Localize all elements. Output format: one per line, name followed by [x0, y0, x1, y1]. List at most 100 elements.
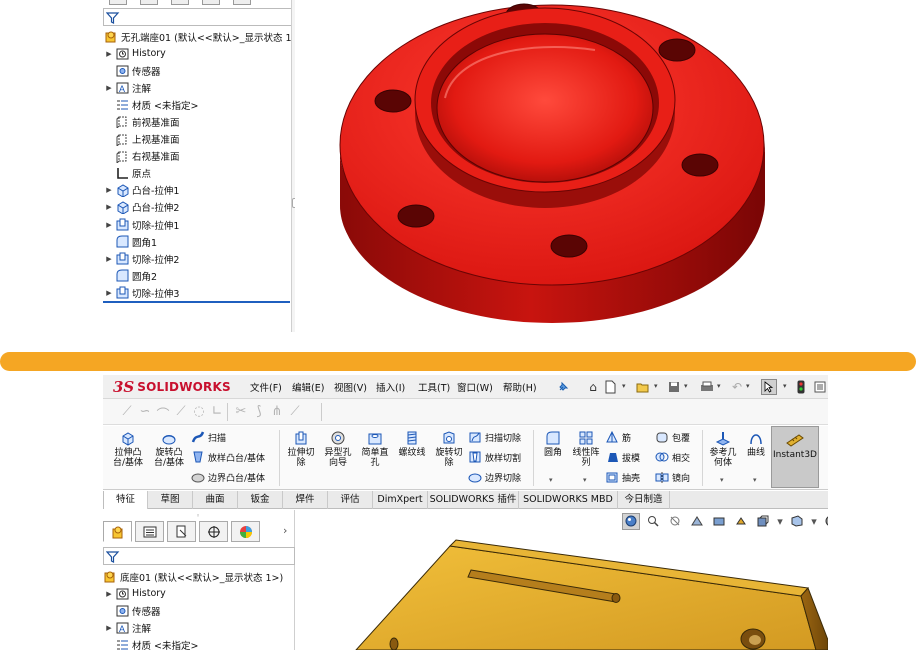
menu-item[interactable]: 工具(T): [418, 380, 450, 394]
circle-icon[interactable]: ◌: [191, 404, 207, 420]
menu-item[interactable]: 视图(V): [334, 380, 367, 394]
revolved-boss-button[interactable]: 旋转凸 台/基体: [149, 429, 189, 468]
command-tab[interactable]: 曲面: [193, 491, 238, 509]
smart-dimension-icon[interactable]: ⟋: [119, 404, 135, 420]
swept-cut-button[interactable]: 扫描切除: [468, 428, 521, 446]
curves-button[interactable]: 曲线: [736, 429, 776, 458]
more-tabs-chevron-icon[interactable]: ›: [283, 524, 287, 537]
command-tab[interactable]: 评估: [328, 491, 373, 509]
panel-grip-icon[interactable]: ◦: [196, 512, 200, 520]
tree-filter[interactable]: [103, 8, 292, 26]
expand-arrow-icon[interactable]: ▶: [103, 221, 115, 229]
dimxpert-manager-tab[interactable]: [199, 521, 228, 542]
rollback-bar[interactable]: [103, 301, 290, 303]
expand-arrow-icon[interactable]: ▶: [103, 50, 115, 58]
dimxpert-tab[interactable]: [202, 0, 220, 5]
top-tree-item[interactable]: ▶ 切除-拉伸3: [103, 284, 179, 301]
arc-icon[interactable]: ⌒: [155, 404, 171, 423]
move-entities-icon[interactable]: ⟋: [287, 404, 303, 420]
command-tab[interactable]: 特征: [103, 491, 148, 509]
new-document-icon[interactable]: [603, 379, 619, 395]
offset-icon[interactable]: ⟆: [251, 404, 267, 420]
save-icon[interactable]: [666, 379, 682, 395]
tree-filter-bottom[interactable]: [103, 547, 295, 565]
command-tab[interactable]: SOLIDWORKS MBD: [519, 491, 618, 509]
top-tree-item[interactable]: ▶ History: [103, 45, 166, 62]
bot-tree-item[interactable]: 材质 <未指定>: [103, 637, 198, 650]
feature-tab[interactable]: [109, 0, 127, 5]
swept-boss-button[interactable]: 扫描: [191, 428, 226, 446]
revolved-cut-button[interactable]: 旋转切 除: [429, 429, 469, 468]
expand-arrow-icon[interactable]: ▶: [103, 84, 115, 92]
pattern-dropdown-icon[interactable]: ▾: [583, 476, 587, 484]
menu-item[interactable]: 窗口(W): [457, 380, 493, 394]
expand-arrow-icon[interactable]: ▶: [103, 186, 115, 194]
top-tree-item[interactable]: ▶ 切除-拉伸1: [103, 216, 179, 233]
open-dropdown-icon[interactable]: ▾: [654, 382, 658, 390]
extruded-cut-button[interactable]: 拉伸切 除: [281, 429, 321, 468]
bot-tree-item[interactable]: 传感器: [103, 602, 161, 619]
hole-wizard-button[interactable]: 异型孔 向导: [318, 429, 358, 468]
top-tree-item[interactable]: 前视基准面: [103, 113, 180, 130]
undo-dropdown-icon[interactable]: ▾: [746, 382, 750, 390]
command-tab[interactable]: 钣金: [238, 491, 283, 509]
top-tree-item[interactable]: 材质 <未指定>: [103, 96, 198, 113]
command-tab[interactable]: 焊件: [283, 491, 328, 509]
rectangle-icon[interactable]: ∟: [209, 404, 225, 420]
open-icon[interactable]: [635, 379, 651, 395]
wrap-button[interactable]: 包覆: [655, 428, 690, 446]
pin-icon[interactable]: [555, 379, 571, 395]
thread-button[interactable]: 螺纹线: [392, 429, 432, 458]
config-tab[interactable]: [171, 0, 189, 5]
options-icon[interactable]: [812, 379, 828, 395]
top-tree-item[interactable]: 圆角1: [103, 233, 157, 250]
graphics-area-bottom[interactable]: ▾ ▾: [296, 510, 828, 650]
bot-tree-item[interactable]: ▶ A 注解: [103, 619, 151, 636]
top-tree-item[interactable]: ▶ 凸台-拉伸1: [103, 182, 179, 199]
expand-arrow-icon[interactable]: ▶: [103, 624, 115, 632]
command-tab[interactable]: SOLIDWORKS 插件: [428, 491, 519, 509]
feature-manager-tab[interactable]: [103, 521, 132, 542]
configuration-manager-tab[interactable]: [167, 521, 196, 542]
menu-item[interactable]: 文件(F): [250, 380, 282, 394]
top-tree-item[interactable]: 原点: [103, 165, 151, 182]
trim-icon[interactable]: ✂: [233, 404, 249, 420]
menu-item[interactable]: 帮助(H): [503, 380, 537, 394]
spline-icon[interactable]: ∽: [137, 404, 153, 420]
top-tree-item[interactable]: 上视基准面: [103, 131, 180, 148]
linear-pattern-button[interactable]: 线性阵 列: [566, 429, 606, 468]
menu-item[interactable]: 编辑(E): [292, 380, 324, 394]
top-tree-item[interactable]: 右视基准面: [103, 148, 180, 165]
curves-dropdown-icon[interactable]: ▾: [753, 476, 757, 484]
top-tree-item[interactable]: ▶ A 注解: [103, 79, 151, 96]
top-tree-item[interactable]: ▶ 凸台-拉伸2: [103, 199, 179, 216]
top-tree-item[interactable]: 圆角2: [103, 267, 157, 284]
bot-tree-item[interactable]: ▶ History: [103, 585, 166, 602]
extruded-boss-button[interactable]: 拉伸凸 台/基体: [108, 429, 148, 468]
menu-item[interactable]: 插入(I): [376, 380, 405, 394]
display-tab[interactable]: [233, 0, 251, 5]
draft-button[interactable]: 拔模: [605, 448, 640, 466]
ref-geometry-dropdown-icon[interactable]: ▾: [720, 476, 724, 484]
expand-arrow-icon[interactable]: ▶: [103, 289, 115, 297]
command-tab[interactable]: DimXpert: [373, 491, 428, 509]
command-tab[interactable]: 今日制造: [618, 491, 670, 509]
solidworks-logo[interactable]: 3S SOLIDWORKS: [113, 377, 231, 397]
instant3d-button[interactable]: Instant3D: [771, 426, 819, 488]
property-tab[interactable]: [140, 0, 158, 5]
lofted-boss-button[interactable]: 放样凸台/基体: [191, 448, 265, 466]
boundary-cut-button[interactable]: 边界切除: [468, 468, 521, 486]
mirror-button[interactable]: 镜向: [655, 468, 690, 486]
shell-button[interactable]: 抽壳: [605, 468, 640, 486]
display-manager-tab[interactable]: [231, 521, 260, 542]
select-icon[interactable]: [761, 379, 777, 395]
expand-arrow-icon[interactable]: ▶: [103, 590, 115, 598]
top-tree-item[interactable]: ▶ 切除-拉伸2: [103, 250, 179, 267]
expand-arrow-icon[interactable]: ▶: [103, 255, 115, 263]
line-icon[interactable]: ⟋: [173, 404, 189, 420]
print-icon[interactable]: [699, 379, 715, 395]
top-tree-item[interactable]: 传感器: [103, 62, 161, 79]
simple-hole-button[interactable]: 简单直 孔: [355, 429, 395, 468]
graphics-area[interactable]: [295, 0, 807, 332]
print-dropdown-icon[interactable]: ▾: [717, 382, 721, 390]
